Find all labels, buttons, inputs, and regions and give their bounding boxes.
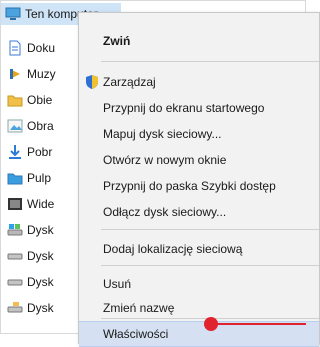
tree-item-label: Pobr [27, 145, 53, 159]
tree-item-label: Muzy [27, 67, 56, 81]
drive-icon [7, 248, 23, 264]
pictures-icon [7, 118, 23, 134]
desktop-icon [7, 170, 23, 186]
music-icon [7, 66, 23, 82]
videos-icon [7, 196, 23, 212]
menu-item-label: Przypnij do ekranu startowego [103, 101, 265, 115]
menu-item-label: Zwiń [103, 34, 131, 48]
tree-item-label: Dysk [27, 301, 54, 315]
menu-item-manage[interactable]: Zarządzaj [79, 69, 319, 95]
menu-item-open-new-window[interactable]: Otwórz w nowym oknie [79, 147, 319, 173]
tree-item-label: Doku [27, 41, 56, 55]
menu-item-add-network-location[interactable]: Dodaj lokalizację sieciową [79, 236, 319, 262]
menu-item-disconnect-drive[interactable]: Odłącz dysk sieciowy... [79, 199, 319, 225]
objects-3d-icon [7, 92, 23, 108]
menu-item-label: Dodaj lokalizację sieciową [103, 242, 243, 256]
tree-item-label: Wide [27, 197, 55, 211]
annotation-line [212, 323, 306, 325]
menu-item-label: Mapuj dysk sieciowy... [103, 127, 222, 141]
menu-separator [101, 61, 319, 62]
menu-item-label: Zarządzaj [103, 75, 156, 89]
tree-item-label: Dysk [27, 249, 54, 263]
menu-item-pin-start[interactable]: Przypnij do ekranu startowego [79, 95, 319, 121]
menu-item-collapse[interactable]: Zwiń [79, 28, 319, 54]
system-drive-icon [7, 222, 23, 238]
documents-icon [7, 40, 23, 56]
annotation-marker [204, 317, 218, 331]
menu-item-label: Usuń [103, 277, 132, 291]
context-menu: Zwiń Zarządzaj Przypnij do ekranu starto… [78, 12, 320, 347]
menu-separator [101, 229, 319, 230]
menu-item-map-drive[interactable]: Mapuj dysk sieciowy... [79, 121, 319, 147]
menu-item-delete[interactable]: Usuń [79, 271, 319, 297]
drive-icon [7, 274, 23, 290]
downloads-icon [7, 144, 23, 160]
network-drive-icon [7, 300, 23, 316]
menu-item-pin-quick-access[interactable]: Przypnij do paska Szybki dostęp [79, 173, 319, 199]
tree-item-label: Obra [27, 119, 54, 133]
menu-item-label: Zmień nazwę [103, 301, 175, 315]
menu-item-label: Otwórz w nowym oknie [103, 153, 227, 167]
tree-item-label: Pulp [27, 171, 52, 185]
menu-item-label: Przypnij do paska Szybki dostęp [103, 179, 276, 193]
shield-icon [84, 74, 100, 90]
tree-item-label: Dysk [27, 223, 54, 237]
tree-item-label: Dysk [27, 275, 54, 289]
tree-item-label: Obie [27, 93, 53, 107]
menu-separator [101, 265, 319, 266]
menu-item-label: Właściwości [103, 327, 169, 341]
menu-item-label: Odłącz dysk sieciowy... [103, 205, 227, 219]
computer-icon [5, 6, 21, 22]
